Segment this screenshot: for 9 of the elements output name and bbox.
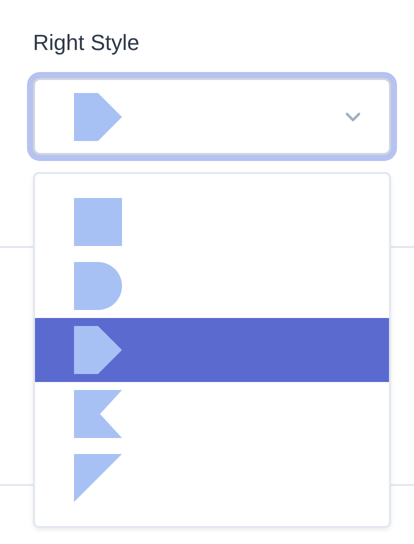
round-shape-icon <box>74 262 122 310</box>
style-option[interactable] <box>35 318 389 382</box>
field-label: Right Style <box>33 30 140 56</box>
arrow-shape-icon <box>74 92 122 140</box>
notch-shape-icon <box>74 390 122 438</box>
square-shape-icon <box>74 198 122 246</box>
chevron-down-icon <box>345 112 361 122</box>
slant-shape-icon <box>74 454 122 502</box>
arrow-shape-icon <box>74 326 122 374</box>
